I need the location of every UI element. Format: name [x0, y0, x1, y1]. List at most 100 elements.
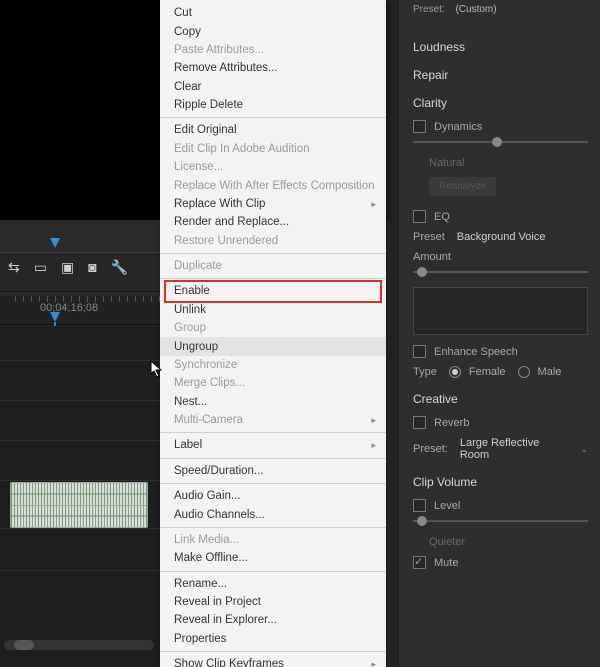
menu-item-unlink[interactable]: Unlink: [160, 301, 386, 319]
menu-item-edit-original[interactable]: Edit Original: [160, 121, 386, 139]
marker-icon[interactable]: ▭: [34, 260, 47, 274]
eq-checkbox[interactable]: [413, 210, 426, 223]
track-divider: [0, 570, 160, 571]
mute-checkbox[interactable]: [413, 556, 426, 569]
dynamics-slider[interactable]: [413, 141, 588, 143]
menu-item-copy[interactable]: Copy: [160, 22, 386, 40]
menu-separator: [160, 117, 386, 118]
eq-graph[interactable]: [413, 287, 588, 335]
menu-item-reveal-in-project[interactable]: Reveal in Project: [160, 593, 386, 611]
menu-item-group: Group: [160, 319, 386, 337]
scrollbar-endcap[interactable]: [16, 640, 26, 650]
female-label: Female: [469, 366, 506, 378]
male-radio[interactable]: [518, 366, 530, 378]
dynamics-checkbox[interactable]: [413, 120, 426, 133]
repair-section-header[interactable]: Repair: [413, 68, 588, 82]
wrench-icon[interactable]: 🔧: [111, 260, 128, 274]
audio-clip[interactable]: [10, 482, 148, 528]
slider-knob[interactable]: [417, 267, 427, 277]
menu-item-edit-clip-in-adobe-audition: Edit Clip In Adobe Audition: [160, 140, 386, 158]
menu-item-remove-attributes[interactable]: Remove Attributes...: [160, 59, 386, 77]
timeline-horizontal-scrollbar[interactable]: [4, 640, 154, 650]
menu-item-clear[interactable]: Clear: [160, 78, 386, 96]
menu-item-rename[interactable]: Rename...: [160, 575, 386, 593]
female-radio-group[interactable]: Female: [449, 366, 506, 378]
creative-section-header[interactable]: Creative: [413, 392, 588, 406]
menu-separator: [160, 527, 386, 528]
chevron-down-icon[interactable]: ⌄: [580, 444, 588, 455]
menu-item-cut[interactable]: Cut: [160, 4, 386, 22]
waveform-icon: [11, 505, 147, 527]
quieter-label: Quieter: [429, 536, 588, 548]
menu-item-paste-attributes: Paste Attributes...: [160, 41, 386, 59]
track-divider: [0, 400, 160, 401]
enhance-speech-checkbox[interactable]: [413, 345, 426, 358]
reverb-row[interactable]: Reverb: [413, 416, 588, 429]
clarity-section-header[interactable]: Clarity: [413, 96, 588, 110]
reverb-label: Reverb: [434, 417, 469, 429]
settings-icon[interactable]: ▣: [61, 260, 74, 274]
clip-volume-section-header[interactable]: Clip Volume: [413, 475, 588, 489]
level-label: Level: [434, 500, 460, 512]
track-divider: [0, 480, 160, 481]
panel-preset-row[interactable]: Preset: (Custom): [413, 4, 497, 15]
preset-value[interactable]: (Custom): [455, 4, 496, 15]
type-label: Type: [413, 366, 437, 378]
menu-separator: [160, 278, 386, 279]
link-icon[interactable]: ⇆: [8, 260, 20, 274]
chevron-right-icon: ▸: [371, 415, 376, 426]
menu-item-properties[interactable]: Properties: [160, 630, 386, 648]
level-slider[interactable]: [413, 520, 588, 522]
eq-preset-row[interactable]: Preset Background Voice: [413, 231, 588, 243]
enhance-speech-type-row: Type Female Male: [413, 366, 588, 378]
menu-item-replace-with-after-effects-composition: Replace With After Effects Composition: [160, 176, 386, 194]
level-checkbox[interactable]: [413, 499, 426, 512]
enhance-speech-label: Enhance Speech: [434, 346, 518, 358]
level-row[interactable]: Level: [413, 499, 588, 512]
reverb-preset-row[interactable]: Preset: Large Reflective Room ⌄: [413, 437, 588, 461]
menu-item-nest[interactable]: Nest...: [160, 393, 386, 411]
menu-item-render-and-replace[interactable]: Render and Replace...: [160, 213, 386, 231]
female-radio[interactable]: [449, 366, 461, 378]
reanalyze-button[interactable]: Reanalyze: [429, 177, 496, 196]
menu-item-ungroup[interactable]: Ungroup: [160, 337, 386, 355]
slider-knob[interactable]: [492, 137, 502, 147]
waveform-icon: [11, 483, 147, 505]
menu-item-synchronize: Synchronize: [160, 356, 386, 374]
menu-item-audio-channels[interactable]: Audio Channels...: [160, 505, 386, 523]
male-radio-group[interactable]: Male: [518, 366, 562, 378]
menu-item-duplicate: Duplicate: [160, 257, 386, 275]
amount-slider[interactable]: [413, 271, 588, 273]
menu-item-make-offline[interactable]: Make Offline...: [160, 549, 386, 567]
menu-item-show-clip-keyframes[interactable]: Show Clip Keyframes▸: [160, 655, 386, 667]
menu-item-restore-unrendered: Restore Unrendered: [160, 232, 386, 250]
slider-knob[interactable]: [417, 516, 427, 526]
menu-separator: [160, 432, 386, 433]
program-monitor: [0, 0, 160, 220]
menu-separator: [160, 571, 386, 572]
loudness-section-header[interactable]: Loudness: [413, 40, 588, 54]
ruler-timecode: 00;04;16;08: [40, 302, 98, 314]
menu-item-audio-gain[interactable]: Audio Gain...: [160, 487, 386, 505]
eq-preset-value[interactable]: Background Voice: [457, 231, 546, 243]
clip-midline: [11, 505, 147, 506]
menu-item-enable[interactable]: Enable: [160, 282, 386, 300]
dynamics-label: Dynamics: [434, 121, 482, 133]
camera-icon[interactable]: ◙: [88, 260, 96, 274]
reverb-preset-value[interactable]: Large Reflective Room: [460, 437, 569, 461]
menu-item-merge-clips: Merge Clips...: [160, 374, 386, 392]
eq-row[interactable]: EQ: [413, 210, 588, 223]
mute-row[interactable]: Mute: [413, 556, 588, 569]
menu-item-ripple-delete[interactable]: Ripple Delete: [160, 96, 386, 114]
menu-item-replace-with-clip[interactable]: Replace With Clip▸: [160, 195, 386, 213]
menu-item-reveal-in-explorer[interactable]: Reveal in Explorer...: [160, 611, 386, 629]
clip-context-menu[interactable]: CutCopyPaste Attributes...Remove Attribu…: [160, 0, 386, 667]
menu-item-speed-duration[interactable]: Speed/Duration...: [160, 462, 386, 480]
dynamics-row[interactable]: Dynamics: [413, 120, 588, 133]
male-label: Male: [538, 366, 562, 378]
reverb-checkbox[interactable]: [413, 416, 426, 429]
menu-item-label[interactable]: Label▸: [160, 436, 386, 454]
enhance-speech-row[interactable]: Enhance Speech: [413, 345, 588, 358]
eq-label: EQ: [434, 211, 450, 223]
timeline-tool-icons: ⇆ ▭ ▣ ◙ 🔧: [8, 260, 128, 274]
